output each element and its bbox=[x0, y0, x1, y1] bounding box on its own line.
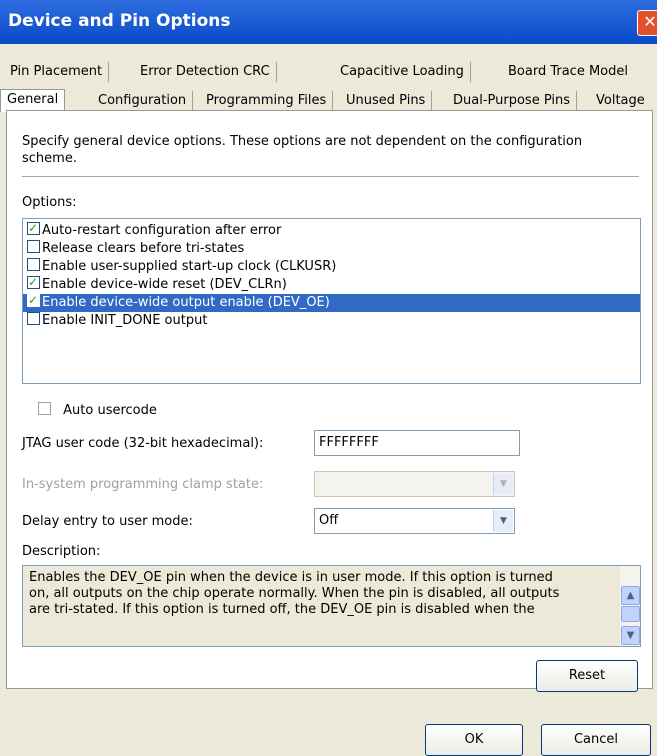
checkbox-icon[interactable] bbox=[27, 240, 40, 253]
tab-board-trace-model[interactable]: Board Trace Model bbox=[502, 62, 634, 82]
checkbox-icon[interactable] bbox=[27, 273, 40, 291]
option-label: Enable INIT_DONE output bbox=[42, 313, 208, 328]
description-text: Enables the DEV_OE pin when the device i… bbox=[29, 570, 609, 618]
title-bar: Device and Pin Options ✕ bbox=[0, 0, 657, 44]
auto-usercode-option[interactable]: Auto usercode bbox=[38, 402, 157, 418]
option-clkusr[interactable]: Enable user-supplied start-up clock (CLK… bbox=[27, 258, 336, 276]
chevron-down-icon: ▼ bbox=[493, 473, 513, 495]
auto-usercode-label: Auto usercode bbox=[63, 403, 157, 418]
tab-general[interactable]: General bbox=[0, 89, 66, 112]
description-box: Enables the DEV_OE pin when the device i… bbox=[22, 565, 641, 647]
scroll-up-icon[interactable]: ▲ bbox=[621, 586, 640, 605]
divider bbox=[22, 176, 639, 177]
option-dev-clrn[interactable]: Enable device-wide reset (DEV_CLRn) bbox=[27, 273, 287, 294]
option-release-clears[interactable]: Release clears before tri-states bbox=[27, 240, 244, 258]
tab-configuration[interactable]: Configuration bbox=[92, 91, 194, 111]
delay-entry-dropdown[interactable]: Off ▼ bbox=[314, 508, 515, 534]
intro-text-line2: scheme. bbox=[22, 151, 77, 166]
isp-clamp-dropdown: ▼ bbox=[314, 471, 515, 497]
description-scrollbar[interactable]: ▲ ▼ bbox=[620, 566, 640, 646]
checkbox-icon[interactable] bbox=[27, 291, 40, 309]
chevron-down-icon[interactable]: ▼ bbox=[493, 510, 513, 532]
description-line: are tri-stated. If this option is turned… bbox=[29, 602, 535, 617]
tab-error-detection-crc[interactable]: Error Detection CRC bbox=[134, 62, 277, 82]
option-label: Enable device-wide output enable (DEV_OE… bbox=[42, 295, 330, 310]
reset-button[interactable]: Reset bbox=[536, 660, 638, 692]
tab-programming-files[interactable]: Programming Files bbox=[200, 91, 334, 111]
checkbox-icon[interactable] bbox=[27, 258, 40, 271]
option-dev-oe[interactable]: Enable device-wide output enable (DEV_OE… bbox=[23, 291, 640, 312]
window-title: Device and Pin Options bbox=[8, 11, 231, 31]
description-line: on, all outputs on the chip operate norm… bbox=[29, 586, 560, 601]
checkbox-icon[interactable] bbox=[27, 312, 40, 325]
tab-pin-placement[interactable]: Pin Placement bbox=[4, 62, 110, 82]
isp-clamp-label: In-system programming clamp state: bbox=[22, 477, 264, 492]
option-label: Enable user-supplied start-up clock (CLK… bbox=[42, 259, 337, 274]
close-icon[interactable]: ✕ bbox=[637, 10, 657, 36]
intro-text-line1: Specify general device options. These op… bbox=[22, 134, 583, 149]
tab-dual-purpose-pins[interactable]: Dual-Purpose Pins bbox=[447, 91, 577, 111]
ok-button[interactable]: OK bbox=[425, 724, 523, 756]
cancel-button[interactable]: Cancel bbox=[541, 724, 651, 756]
option-label: Enable device-wide reset (DEV_CLRn) bbox=[42, 277, 287, 292]
scroll-down-icon[interactable]: ▼ bbox=[621, 626, 640, 645]
options-listbox[interactable]: Auto-restart configuration after error R… bbox=[22, 218, 641, 384]
options-label: Options: bbox=[22, 195, 77, 210]
auto-usercode-checkbox[interactable] bbox=[38, 402, 51, 415]
scroll-thumb[interactable] bbox=[621, 606, 640, 622]
tab-voltage[interactable]: Voltage bbox=[590, 91, 651, 111]
option-label: Auto-restart configuration after error bbox=[42, 223, 282, 238]
option-init-done[interactable]: Enable INIT_DONE output bbox=[27, 312, 207, 330]
jtag-user-code-field[interactable]: FFFFFFFF bbox=[314, 430, 520, 456]
delay-entry-value: Off bbox=[319, 513, 339, 528]
tab-unused-pins[interactable]: Unused Pins bbox=[340, 91, 433, 111]
option-label: Release clears before tri-states bbox=[42, 241, 245, 256]
delay-entry-label: Delay entry to user mode: bbox=[22, 514, 193, 529]
tab-capacitive-loading[interactable]: Capacitive Loading bbox=[334, 62, 471, 82]
jtag-label: JTAG user code (32-bit hexadecimal): bbox=[22, 436, 264, 451]
checkbox-icon[interactable] bbox=[27, 219, 40, 237]
description-label: Description: bbox=[22, 544, 101, 559]
option-auto-restart[interactable]: Auto-restart configuration after error bbox=[27, 219, 282, 240]
description-line: Enables the DEV_OE pin when the device i… bbox=[29, 570, 553, 585]
